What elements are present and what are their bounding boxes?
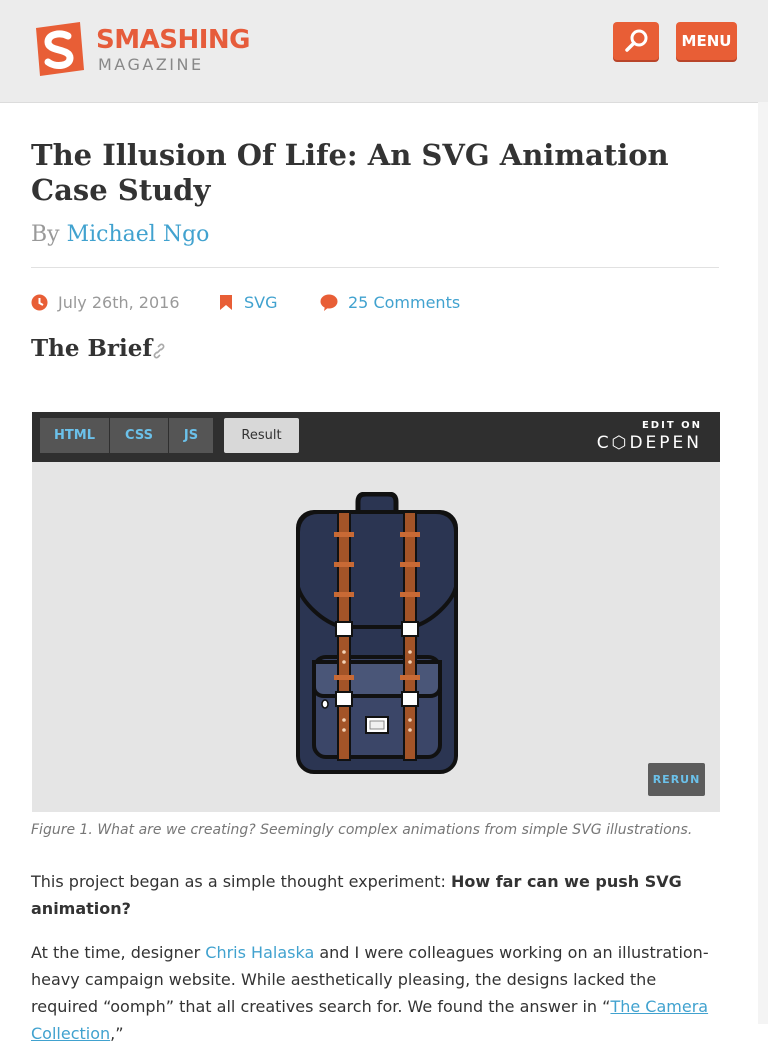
codepen-embed: HTML CSS JS Result EDIT ON C⬡DEPEN RERUN	[32, 412, 720, 812]
tag-link[interactable]: SVG	[218, 293, 278, 312]
site-header: SMASHING MAGAZINE MENU	[0, 0, 768, 103]
codepen-toolbar: HTML CSS JS Result EDIT ON C⬡DEPEN	[32, 412, 720, 462]
bookmark-icon	[220, 295, 232, 310]
byline-prefix: By	[31, 222, 60, 247]
section-heading: The Brief	[31, 335, 153, 362]
tab-css[interactable]: CSS	[110, 418, 168, 453]
paragraph-2: At the time, designer Chris Halaska and …	[31, 939, 721, 1047]
logo-subtitle: MAGAZINE	[98, 55, 204, 74]
rerun-button[interactable]: RERUN	[648, 763, 705, 796]
edit-on-codepen-link[interactable]: EDIT ON C⬡DEPEN	[597, 420, 702, 453]
publish-date: July 26th, 2016	[31, 293, 180, 312]
chris-halaska-link[interactable]: Chris Halaska	[205, 943, 314, 962]
date-text: July 26th, 2016	[58, 293, 180, 312]
paragraph-1: This project began as a simple thought e…	[31, 868, 721, 922]
tab-result[interactable]: Result	[224, 418, 299, 453]
tab-js[interactable]: JS	[169, 418, 213, 453]
p2-text-c: ,”	[110, 1024, 124, 1043]
divider	[31, 267, 719, 268]
logo-wordmark[interactable]: SMASHING	[96, 25, 250, 55]
clock-icon	[31, 294, 48, 311]
figure-caption: Figure 1. What are we creating? Seemingl…	[31, 822, 693, 838]
link-icon[interactable]	[150, 342, 168, 360]
byline: By Michael Ngo	[31, 222, 209, 247]
menu-button[interactable]: MENU	[676, 22, 737, 60]
author-link[interactable]: Michael Ngo	[67, 222, 210, 247]
comment-icon	[320, 294, 338, 311]
tab-html[interactable]: HTML	[40, 418, 109, 453]
codepen-logo: C⬡DEPEN	[596, 433, 702, 453]
edit-on-label: EDIT ON	[641, 420, 702, 431]
comments-text[interactable]: 25 Comments	[348, 293, 460, 312]
p2-text-a: At the time, designer	[31, 943, 206, 962]
comments-link[interactable]: 25 Comments	[320, 293, 460, 312]
smashing-logo-icon[interactable]	[30, 20, 88, 78]
scrollbar[interactable]	[758, 102, 768, 1024]
tag-text[interactable]: SVG	[244, 293, 278, 312]
search-icon	[625, 29, 648, 52]
search-button[interactable]	[613, 22, 659, 60]
backpack-illustration	[296, 492, 458, 774]
p1-text: This project began as a simple thought e…	[31, 872, 451, 891]
article-title: The Illusion Of Life: An SVG Animation C…	[31, 138, 669, 207]
